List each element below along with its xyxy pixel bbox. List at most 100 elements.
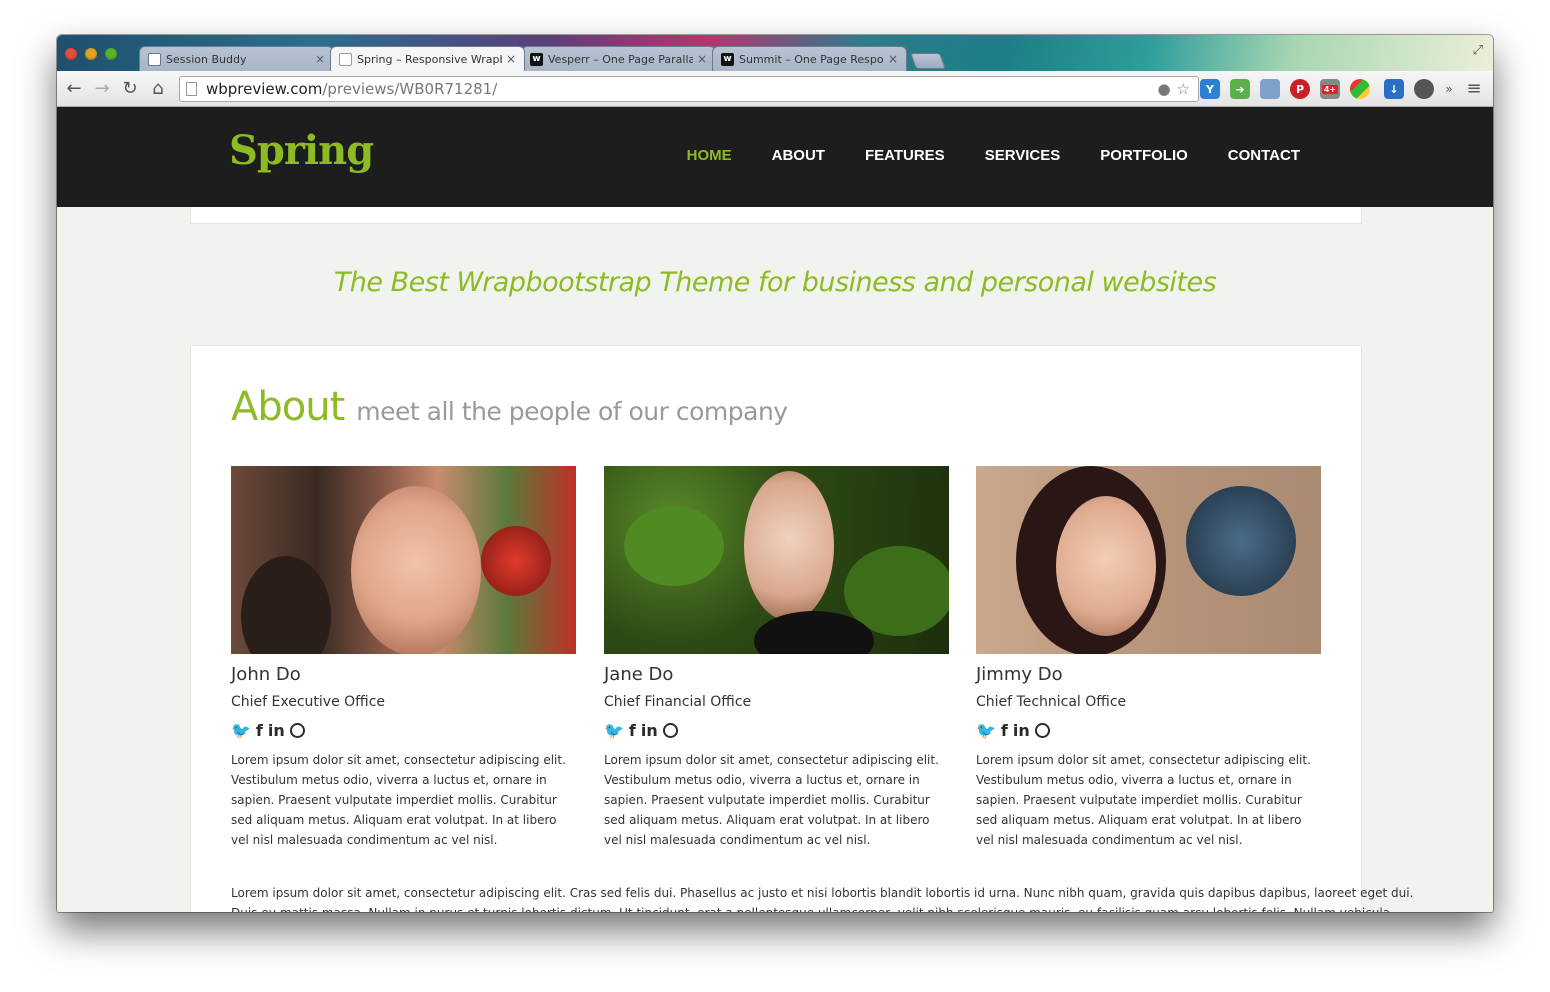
social-links: 🐦 f in: [604, 720, 949, 740]
member-name: John Do: [231, 664, 301, 685]
browser-tab[interactable]: w Vesperr – One Page Paralla ×: [521, 46, 716, 71]
extension-badge-icon[interactable]: 4+: [1320, 79, 1340, 99]
tab-strip: Session Buddy × Spring – Responsive Wrap…: [57, 35, 1493, 71]
lightbulb-icon[interactable]: ●: [1157, 80, 1170, 98]
member-name: Jane Do: [604, 664, 674, 685]
overflow-chevron-icon[interactable]: »: [1438, 78, 1460, 100]
member-photo: [604, 466, 949, 654]
member-name: Jimmy Do: [976, 664, 1063, 685]
back-arrow-icon[interactable]: ←: [63, 78, 85, 100]
download-icon[interactable]: ↓: [1384, 79, 1404, 99]
browser-tab[interactable]: Session Buddy ×: [139, 46, 334, 71]
member-role: Chief Financial Office: [604, 694, 752, 710]
tab-close-icon[interactable]: ×: [506, 52, 516, 66]
member-photo: [976, 466, 1321, 654]
browser-tabs: Session Buddy × Spring – Responsive Wrap…: [139, 46, 946, 71]
social-links: 🐦 f in: [231, 720, 576, 740]
extension-y-icon[interactable]: Y: [1200, 79, 1220, 99]
section-divider: [190, 207, 1362, 224]
wrapbootstrap-icon: w: [721, 52, 734, 66]
portrait-face: [351, 486, 481, 654]
new-tab-button[interactable]: [910, 53, 946, 69]
zoom-window-button[interactable]: [105, 48, 117, 60]
github-icon[interactable]: [1034, 722, 1050, 738]
member-bio: Lorem ipsum dolor sit amet, consectetur …: [604, 753, 939, 847]
about-subtitle: meet all the people of our company: [356, 397, 788, 426]
twitter-icon[interactable]: 🐦: [231, 721, 251, 740]
fullscreen-icon[interactable]: ⤢: [1473, 43, 1483, 58]
address-bar[interactable]: wbpreview.com/previews/WB0R71281/ ● ☆: [179, 76, 1199, 102]
member-bio: Lorem ipsum dolor sit amet, consectetur …: [231, 753, 566, 847]
omnibox-actions: ● ☆: [1157, 80, 1190, 98]
member-photo: [231, 466, 576, 654]
github-icon[interactable]: [289, 722, 305, 738]
facebook-icon[interactable]: f: [256, 721, 263, 740]
about-body-text: Lorem ipsum dolor sit amet, consectetur …: [231, 883, 1414, 912]
browser-toolbar: ← → ↻ ⌂ wbpreview.com/previews/WB0R71281…: [57, 71, 1493, 107]
session-buddy-extension-icon[interactable]: [1260, 79, 1280, 99]
twitter-icon[interactable]: 🐦: [604, 721, 624, 740]
browser-tab[interactable]: w Summit – One Page Respo ×: [712, 46, 907, 71]
body-text-line: Lorem ipsum dolor sit amet, consectetur …: [231, 886, 1414, 900]
nav-portfolio[interactable]: PORTFOLIO: [1100, 147, 1188, 164]
tab-title: Spring – Responsive Wrapb: [357, 52, 502, 66]
tab-title: Vesperr – One Page Paralla: [548, 52, 693, 66]
member-role: Chief Executive Office: [231, 694, 386, 710]
tab-close-icon[interactable]: ×: [697, 52, 707, 66]
facebook-icon[interactable]: f: [1001, 721, 1008, 740]
github-icon[interactable]: [662, 722, 678, 738]
home-icon[interactable]: ⌂: [147, 78, 169, 100]
linkedin-icon[interactable]: in: [641, 721, 658, 740]
about-section: About meet all the people of our company…: [190, 345, 1414, 912]
close-window-button[interactable]: [65, 48, 77, 60]
body-text-line: Duis eu mattis massa. Nullam in purus et…: [231, 903, 1390, 912]
tagline: The Best Wrapbootstrap Theme for busines…: [333, 267, 1217, 298]
about-heading: About meet all the people of our company: [231, 384, 788, 430]
scarf-rose: [481, 526, 551, 596]
site-header: Spring HOME ABOUT FEATURES SERVICES PORT…: [57, 107, 1493, 207]
leather-glove: [241, 556, 331, 654]
nav-home[interactable]: HOME: [687, 147, 732, 164]
nav-features[interactable]: FEATURES: [865, 147, 945, 164]
team-member-card: Jane Do Chief Financial Office 🐦 f in Lo…: [604, 466, 949, 850]
patterned-sleeve: [1186, 486, 1296, 596]
tab-close-icon[interactable]: ×: [315, 52, 325, 66]
bookmark-star-icon[interactable]: ☆: [1177, 80, 1190, 98]
reload-icon[interactable]: ↻: [119, 78, 141, 100]
main-nav: HOME ABOUT FEATURES SERVICES PORTFOLIO C…: [687, 147, 1300, 164]
browser-tab-active[interactable]: Spring – Responsive Wrapb ×: [330, 46, 525, 71]
browser-window: Session Buddy × Spring – Responsive Wrap…: [57, 35, 1493, 912]
wrapbootstrap-icon: w: [530, 52, 543, 66]
portrait-face: [744, 471, 834, 621]
page-icon: [186, 82, 197, 96]
portrait-face: [1056, 496, 1156, 636]
session-buddy-icon: [148, 52, 161, 66]
window-controls: [65, 48, 117, 60]
linkedin-icon[interactable]: in: [1013, 721, 1030, 740]
clock-icon[interactable]: [1414, 79, 1434, 99]
web-page: Spring HOME ABOUT FEATURES SERVICES PORT…: [57, 107, 1493, 912]
url-host: wbpreview.com: [206, 80, 323, 98]
tab-title: Summit – One Page Respo: [739, 52, 884, 66]
color-wheel-icon[interactable]: [1350, 79, 1370, 99]
extension-arrow-icon[interactable]: ➜: [1230, 79, 1250, 99]
tab-title: Session Buddy: [166, 52, 247, 66]
pinterest-icon[interactable]: P: [1290, 79, 1310, 99]
team-member-card: John Do Chief Executive Office 🐦 f in Lo…: [231, 466, 576, 850]
site-logo[interactable]: Spring: [229, 127, 374, 174]
nav-about[interactable]: ABOUT: [772, 147, 825, 164]
extension-badge: 4+: [1321, 84, 1339, 94]
social-links: 🐦 f in: [976, 720, 1321, 740]
leaves: [624, 506, 724, 586]
linkedin-icon[interactable]: in: [268, 721, 285, 740]
facebook-icon[interactable]: f: [629, 721, 636, 740]
nav-services[interactable]: SERVICES: [985, 147, 1061, 164]
minimize-window-button[interactable]: [85, 48, 97, 60]
member-bio: Lorem ipsum dolor sit amet, consectetur …: [976, 753, 1311, 847]
forward-arrow-icon[interactable]: →: [91, 78, 113, 100]
tab-close-icon[interactable]: ×: [888, 52, 898, 66]
menu-icon[interactable]: ≡: [1463, 78, 1485, 100]
team-member-card: Jimmy Do Chief Technical Office 🐦 f in L…: [976, 466, 1321, 850]
twitter-icon[interactable]: 🐦: [976, 721, 996, 740]
nav-contact[interactable]: CONTACT: [1228, 147, 1300, 164]
